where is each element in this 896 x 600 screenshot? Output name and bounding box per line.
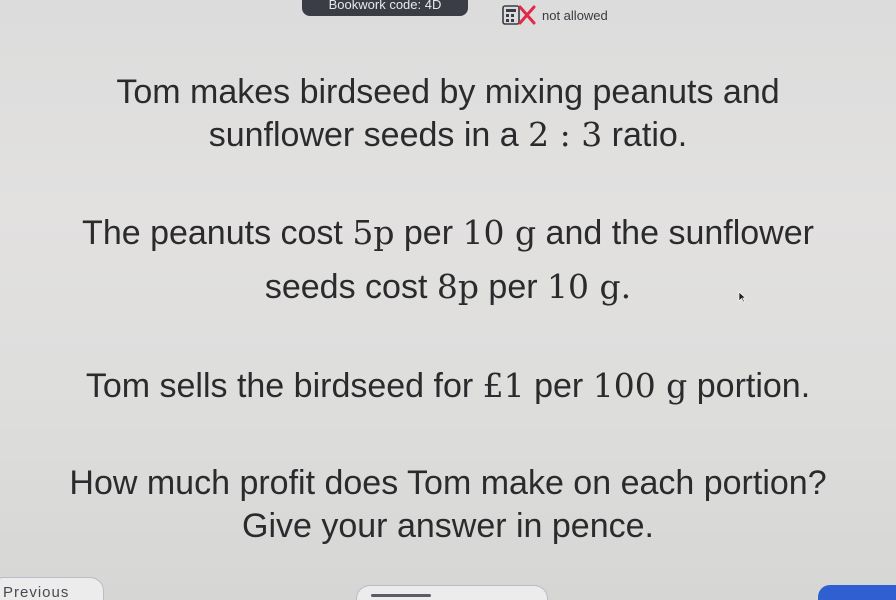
calculator-status-label: not allowed xyxy=(542,7,608,23)
previous-button-label: Previous xyxy=(3,584,70,600)
question-text: per xyxy=(394,214,463,252)
bookwork-code-badge: Bookwork code: 4D xyxy=(302,0,468,16)
question-text: per xyxy=(478,268,548,306)
sunflower-weight: 10 g. xyxy=(547,267,632,306)
portion-weight: 100 g xyxy=(592,366,688,405)
question-line-6: How much profit does Tom make on each po… xyxy=(0,463,896,503)
bookwork-code-text: Bookwork code: 4D xyxy=(328,0,442,12)
peanut-cost: 5p xyxy=(352,213,395,252)
question-text: per xyxy=(524,367,593,405)
question-line-2: sunflower seeds in a 2 : 3 ratio. xyxy=(0,115,896,155)
watch-video-button[interactable] xyxy=(356,585,548,600)
question-text: ratio. xyxy=(602,116,688,154)
sale-price: £1 xyxy=(482,366,525,405)
question-text: Give your answer in pence. xyxy=(242,507,654,545)
question-line-5: Tom sells the birdseed for £1 per 100 g … xyxy=(0,366,896,406)
peanut-weight: 10 g xyxy=(462,213,537,252)
next-button[interactable] xyxy=(818,585,896,600)
question-text: sunflower seeds in a xyxy=(208,116,529,154)
question-text: Tom makes birdseed by mixing peanuts and xyxy=(116,73,780,111)
question-line-1: Tom makes birdseed by mixing peanuts and xyxy=(0,72,896,112)
question-text: Tom sells the birdseed for xyxy=(85,367,483,405)
calculator-crossed-icon xyxy=(500,4,538,26)
ratio-value: 2 : 3 xyxy=(528,115,603,154)
question-line-3: The peanuts cost 5p per 10 g and the sun… xyxy=(0,213,896,253)
question-text: How much profit does Tom make on each po… xyxy=(69,464,827,502)
question-text: and the sunflower xyxy=(536,214,814,252)
question-text: seeds cost xyxy=(264,268,437,306)
previous-button[interactable]: Previous xyxy=(0,577,104,600)
question-text: The peanuts cost xyxy=(82,214,353,252)
top-bar: Bookwork code: 4D not allowed xyxy=(0,0,896,30)
mouse-cursor-icon xyxy=(738,290,747,303)
video-icon xyxy=(371,594,431,597)
question-text: portion. xyxy=(687,367,811,405)
sunflower-cost: 8p xyxy=(436,267,479,306)
bottom-navigation: Previous xyxy=(0,575,896,600)
question-line-4: seeds cost 8p per 10 g. xyxy=(0,267,896,307)
calculator-status: not allowed xyxy=(500,4,650,26)
question-line-7: Give your answer in pence. xyxy=(0,506,896,546)
